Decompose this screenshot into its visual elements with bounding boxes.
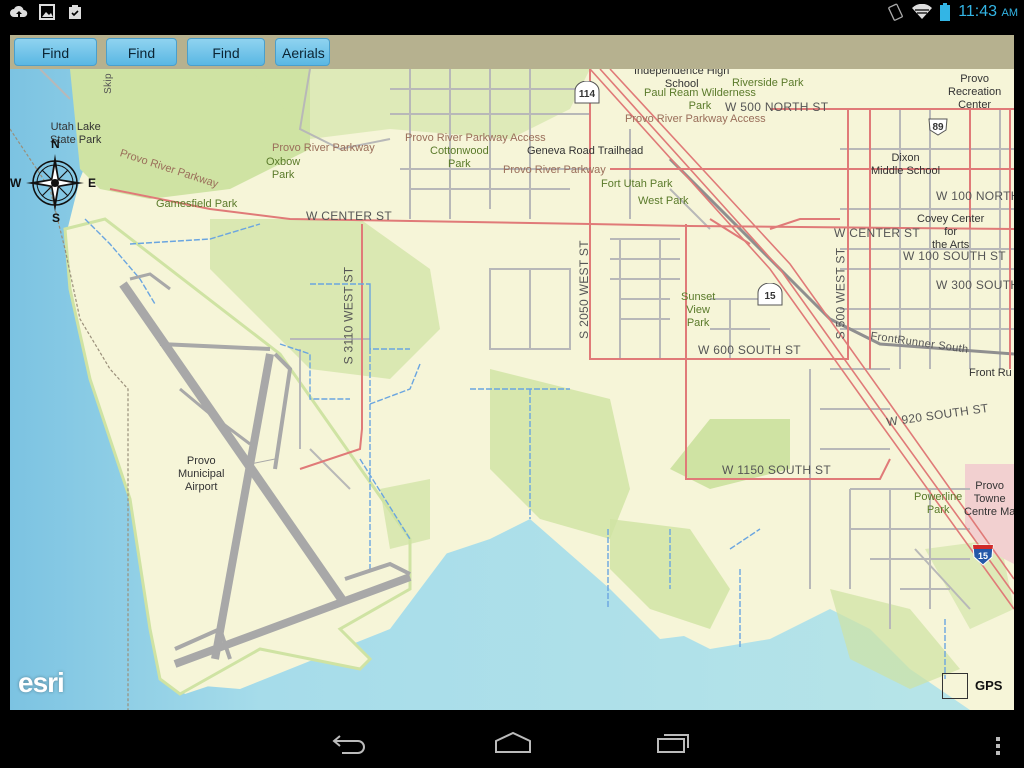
label-geneva-road-trailhead: Geneva Road Trailhead	[527, 145, 644, 157]
compass-e: E	[88, 176, 97, 190]
label-provo-river-parkway-mid: Provo River Parkway	[272, 142, 375, 154]
svg-text:15: 15	[764, 291, 776, 302]
clipboard-check-icon	[69, 5, 81, 19]
navigation-bar	[0, 710, 1024, 768]
label-gamesfield-park: Gamesfield Park	[156, 198, 238, 210]
label-provo-municipal-airport: Provo Municipal Airport	[178, 455, 225, 493]
overflow-menu-icon[interactable]	[993, 736, 1003, 756]
label-oxbow-park: Oxbow Park	[266, 156, 301, 181]
label-provo-recreation-center: Provo Recreation Center	[948, 73, 1002, 111]
interstate-15-shield: 15	[972, 544, 994, 566]
label-cottonwood-park: Cottonwood Park	[430, 145, 489, 170]
cloud-upload-icon	[10, 5, 28, 18]
home-icon[interactable]	[493, 730, 533, 754]
label-prp-access-1: Provo River Parkway Access	[405, 132, 546, 144]
label-provo-river-parkway-east: Provo River Parkway	[503, 164, 606, 176]
label-w-100-north: W 100 NORTH	[936, 189, 1014, 203]
label-s-500-west-st: S 500 WEST ST	[833, 247, 848, 340]
label-frontrunner-station: Front Ru	[969, 367, 1012, 379]
image-icon	[39, 4, 55, 20]
label-s-2050-west-st: S 2050 WEST ST	[576, 240, 591, 339]
label-dixon-middle-school: Dixon Middle School	[871, 152, 941, 177]
gps-label[interactable]: GPS	[975, 678, 1002, 693]
battery-icon	[940, 3, 951, 21]
label-w-600-south-st: W 600 SOUTH ST	[698, 343, 801, 357]
back-icon[interactable]	[330, 730, 370, 754]
find-name-button[interactable]: Find Name	[187, 38, 265, 89]
aerials-button[interactable]: Aerials	[275, 38, 330, 66]
label-west-park: West Park	[638, 195, 689, 207]
label-covey-center: Covey Center for the Arts	[917, 213, 985, 251]
label-s-3110-west-st: S 3110 WEST ST	[341, 266, 356, 365]
compass-n: N	[51, 137, 60, 151]
find-addr-button[interactable]: Find Addr	[106, 38, 177, 89]
label-skipper: Skip	[102, 73, 114, 94]
recent-apps-icon[interactable]	[656, 730, 692, 754]
state-route-15-shield: 15	[757, 283, 783, 306]
label-w-100-south-st: W 100 SOUTH ST	[903, 249, 1006, 263]
rotation-lock-icon	[888, 3, 904, 21]
label-w-center-st-east: W CENTER ST	[834, 226, 920, 240]
label-fort-utah-park: Fort Utah Park	[601, 178, 673, 190]
compass-rose: N S E W	[10, 138, 97, 225]
status-bar: 11:43 AM	[0, 0, 1024, 26]
label-sunset-view-park: Sunset View Park	[681, 291, 716, 329]
esri-logo: esri	[18, 667, 65, 698]
label-powerline-park: Powerline Park	[914, 491, 963, 516]
label-w-center-st-west: W CENTER ST	[306, 209, 392, 223]
label-w-300-south: W 300 SOUTH	[936, 278, 1014, 292]
compass-s: S	[52, 211, 61, 225]
map-view[interactable]: 114 89 15 15 Skip Utah Lake State Park P…	[10, 69, 1014, 710]
svg-text:89: 89	[932, 122, 944, 133]
toolbar: Find Parcel Find Addr Find Name Aerials	[10, 35, 1014, 89]
label-w-1150-south-st: W 1150 SOUTH ST	[722, 463, 831, 477]
wifi-icon	[912, 4, 933, 19]
clock: 11:43 AM	[958, 3, 1018, 20]
svg-text:114: 114	[579, 89, 596, 100]
us-route-89-shield: 89	[928, 118, 948, 136]
state-route-114-shield: 114	[574, 81, 600, 104]
label-prp-access-2: Provo River Parkway Access	[625, 113, 766, 125]
svg-text:15: 15	[978, 551, 988, 561]
find-parcel-button[interactable]: Find Parcel	[14, 38, 97, 89]
gps-checkbox[interactable]	[942, 673, 968, 699]
compass-w: W	[10, 176, 22, 190]
label-provo-towne-centre: Provo Towne Centre Ma	[964, 480, 1014, 518]
